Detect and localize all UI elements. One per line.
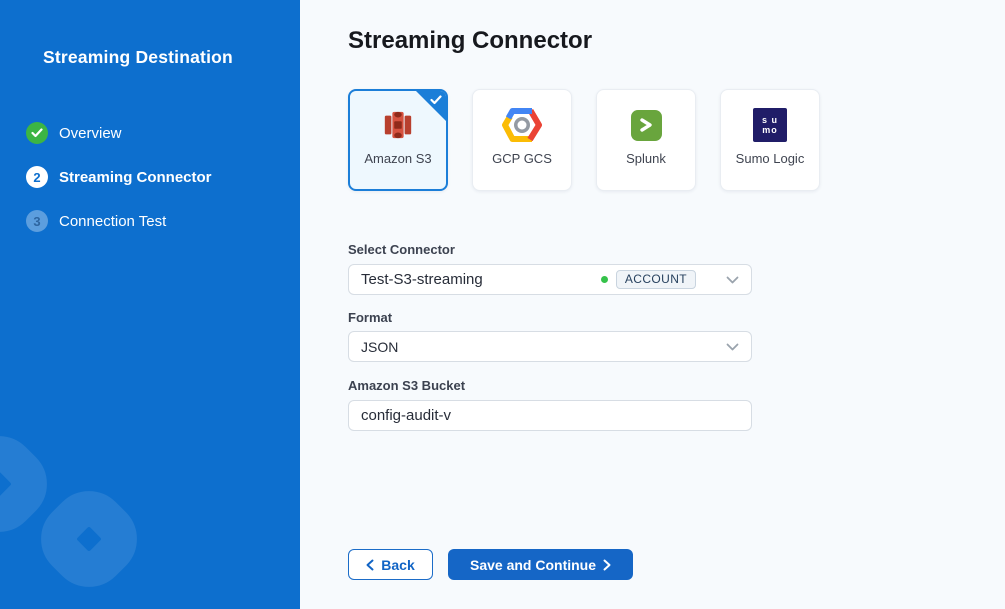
sidebar: Streaming Destination Overview 2 Streami… [0, 0, 300, 609]
connector-card-label: Sumo Logic [731, 150, 809, 168]
sumo-icon-text: mo [762, 125, 778, 135]
step-complete-check-icon [26, 122, 48, 144]
page-title: Streaming Connector [348, 27, 592, 55]
chevron-down-icon [726, 276, 739, 284]
connector-card-label: Amazon S3 [359, 150, 437, 168]
connector-card-label: GCP GCS [483, 150, 561, 168]
connector-card-row: Amazon S3 GCP GCS [348, 89, 820, 191]
connector-card-splunk[interactable]: Splunk [596, 89, 696, 191]
select-connector-value: Test-S3-streaming [361, 271, 601, 288]
format-label: Format [348, 310, 392, 325]
sumo-icon-text: s u [762, 115, 778, 125]
step-number-badge: 3 [26, 210, 48, 232]
bucket-label: Amazon S3 Bucket [348, 378, 465, 393]
account-badge: ACCOUNT [616, 270, 696, 290]
connector-card-amazon-s3[interactable]: Amazon S3 [348, 89, 448, 191]
connector-card-gcp-gcs[interactable]: GCP GCS [472, 89, 572, 191]
amazon-s3-icon [383, 104, 413, 146]
account-status-dot-icon [601, 276, 608, 283]
bucket-input[interactable] [361, 407, 739, 424]
splunk-icon [631, 104, 662, 146]
back-button-label: Back [381, 557, 414, 573]
connector-card-label: Splunk [607, 150, 685, 168]
step-connection-test[interactable]: 3 Connection Test [26, 210, 212, 232]
save-and-continue-button[interactable]: Save and Continue [448, 549, 633, 580]
format-value: JSON [361, 339, 726, 355]
select-connector-label: Select Connector [348, 242, 455, 257]
step-label: Streaming Connector [59, 169, 212, 186]
wizard-steps: Overview 2 Streaming Connector 3 Connect… [26, 122, 212, 254]
sumo-logic-icon: s u mo [753, 104, 787, 146]
step-number-badge: 2 [26, 166, 48, 188]
step-label: Overview [59, 125, 122, 142]
select-connector-dropdown[interactable]: Test-S3-streaming ACCOUNT [348, 264, 752, 295]
save-button-label: Save and Continue [470, 557, 596, 573]
connector-card-sumo-logic[interactable]: s u mo Sumo Logic [720, 89, 820, 191]
gcp-gcs-icon [502, 104, 542, 146]
back-button[interactable]: Back [348, 549, 433, 580]
step-label: Connection Test [59, 213, 166, 230]
format-dropdown[interactable]: JSON [348, 331, 752, 362]
streaming-destination-wizard: Streaming Destination Overview 2 Streami… [0, 0, 1005, 609]
bucket-input-wrap [348, 400, 752, 431]
chevron-left-icon [366, 559, 374, 571]
main-panel: Streaming Connector Amazon S3 [300, 0, 1005, 609]
chevron-right-icon [603, 559, 611, 571]
selected-check-icon [430, 95, 442, 105]
step-streaming-connector[interactable]: 2 Streaming Connector [26, 166, 212, 188]
step-overview[interactable]: Overview [26, 122, 212, 144]
sidebar-title: Streaming Destination [43, 47, 233, 68]
chevron-down-icon [726, 343, 739, 351]
